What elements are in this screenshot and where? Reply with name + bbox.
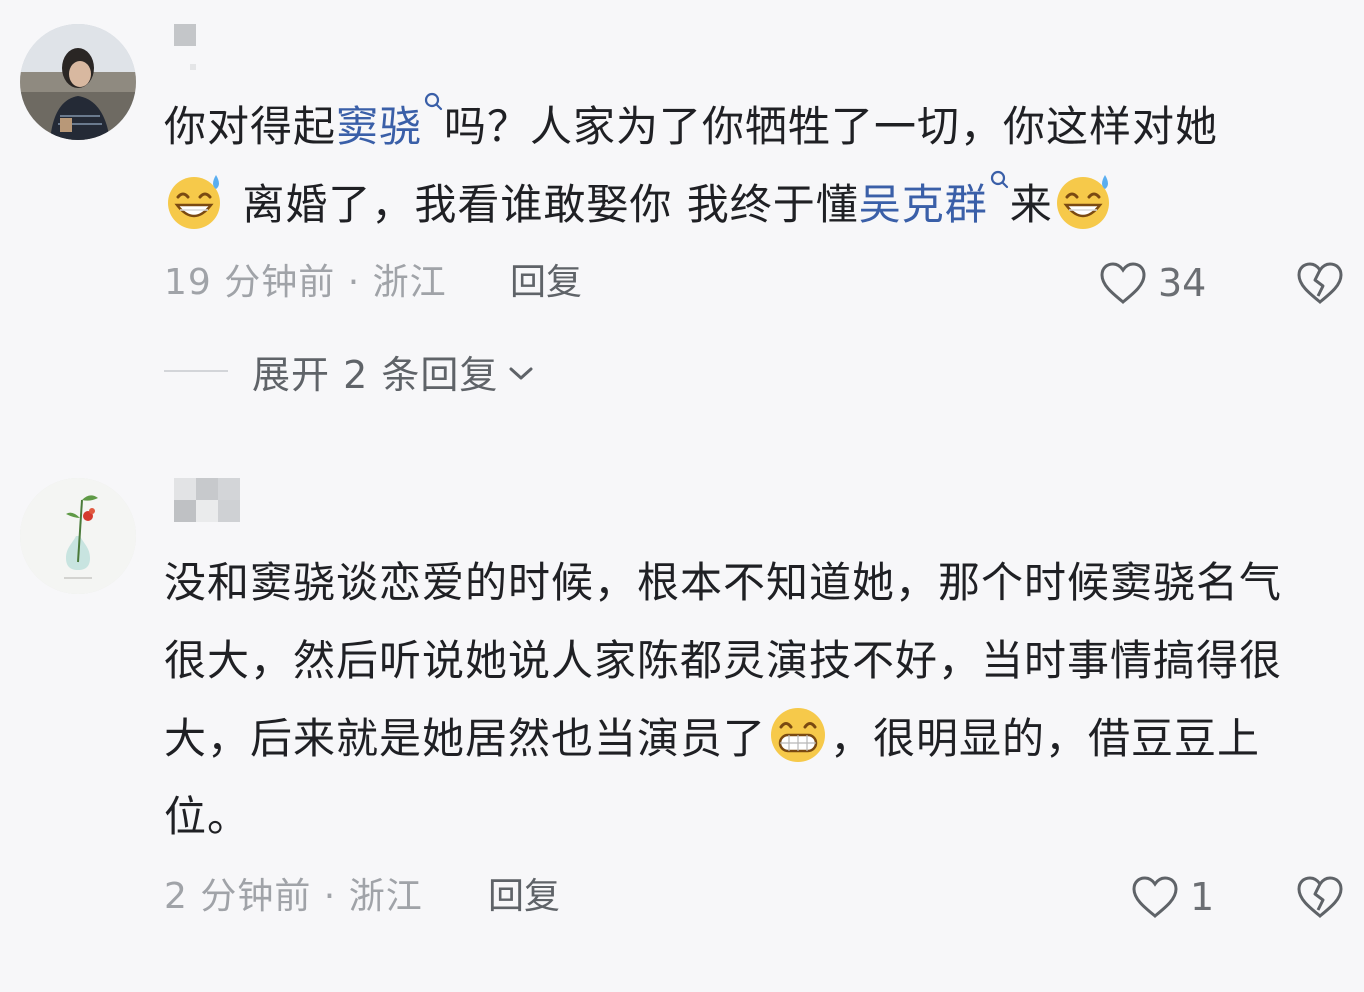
text-segment: 吗？人家为了你牺牲了一切，你这样对她 (444, 102, 1219, 151)
comment-item: 你对得起窦骁 吗？人家为了你牺牲了一切，你这样对她 离婚了，我看谁敢娶你 我终于懂… (0, 0, 1364, 440)
text-segment: 离婚了，我看谁敢娶你 我终于懂 (228, 180, 859, 229)
timestamp: 2 分钟前 (164, 876, 312, 917)
heart-icon (1132, 876, 1178, 918)
time-location: 2 分钟前 · 浙江 (164, 872, 423, 922)
heart-icon (1100, 262, 1146, 304)
location: 浙江 (372, 262, 447, 303)
text-segment: 你对得起 (164, 102, 337, 151)
reply-button[interactable]: 回复 (510, 258, 582, 308)
user-avatar[interactable] (20, 24, 136, 140)
reply-button[interactable]: 回复 (488, 872, 560, 922)
sweat-smile-emoji-icon (168, 175, 220, 229)
mention-link[interactable]: 吴克群 (859, 180, 988, 229)
timestamp: 19 分钟前 (164, 262, 336, 303)
mention-link[interactable]: 窦骁 (336, 102, 422, 151)
chevron-down-icon (509, 367, 533, 380)
expand-replies[interactable]: 展开 2 条回复 (164, 344, 534, 399)
flower-vase-avatar-icon (20, 478, 136, 594)
user-photo-avatar-icon (20, 24, 136, 140)
comment-text: 没和窦骁谈恋爱的时候，根本不知道她，那个时候窦骁名气很大，然后听说她说人家陈都灵… (164, 544, 1314, 856)
text-segment: 来 (1009, 180, 1053, 229)
meta-separator: · (335, 262, 373, 303)
dislike-button[interactable] (1296, 260, 1344, 315)
like-count: 34 (1158, 261, 1207, 305)
broken-heart-icon (1297, 262, 1343, 304)
mosaic-icon (174, 24, 196, 70)
broken-heart-icon (1297, 876, 1343, 918)
comment-text: 你对得起窦骁 吗？人家为了你牺牲了一切，你这样对她 离婚了，我看谁敢娶你 我终于懂… (164, 88, 1344, 244)
like-button[interactable]: 34 (1098, 258, 1206, 308)
divider (164, 370, 228, 372)
grin-emoji-icon (771, 708, 826, 762)
sweat-smile-emoji-icon (1056, 175, 1109, 229)
mosaic-icon (174, 478, 240, 522)
location: 浙江 (348, 876, 423, 917)
dislike-button[interactable] (1296, 874, 1344, 929)
time-location: 19 分钟前 · 浙江 (164, 258, 447, 308)
comment-meta: 19 分钟前 · 浙江 回复 34 (164, 258, 1344, 308)
expand-replies-label[interactable]: 展开 2 条回复 (252, 344, 498, 399)
like-count: 1 (1190, 875, 1215, 919)
comment-meta: 2 分钟前 · 浙江 回复 1 (164, 872, 1344, 922)
like-button[interactable]: 1 (1130, 872, 1214, 922)
meta-separator: · (311, 876, 349, 917)
search-icon[interactable] (422, 88, 444, 122)
user-avatar[interactable] (20, 478, 136, 594)
username-blurred[interactable] (174, 478, 244, 528)
search-icon[interactable] (988, 166, 1010, 200)
username-blurred[interactable] (174, 24, 204, 78)
